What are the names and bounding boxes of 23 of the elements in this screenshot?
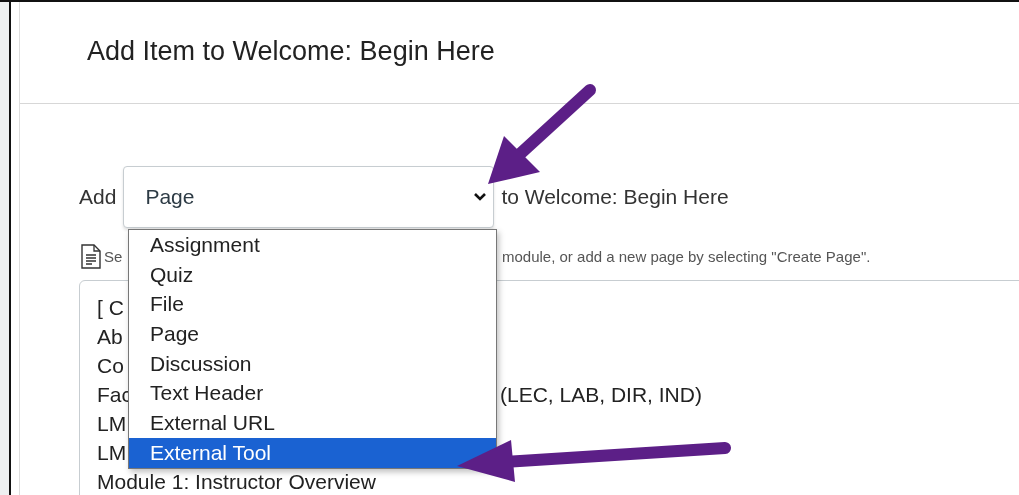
hint-text: module, or add a new page by selecting "Create Page".	[502, 247, 871, 265]
dropdown-option[interactable]: Text Header	[129, 378, 496, 409]
dropdown-option[interactable]: External Tool	[129, 437, 496, 468]
dropdown-option[interactable]: Quiz	[129, 259, 496, 290]
dropdown-option[interactable]: Assignment	[129, 230, 496, 260]
dropdown-option[interactable]: External URL	[129, 408, 496, 438]
dropdown-option[interactable]: Page	[129, 319, 496, 349]
item-type-select[interactable]: Page	[123, 166, 495, 228]
chevron-down-icon	[473, 192, 488, 202]
list-item[interactable]: Ab	[97, 326, 123, 347]
list-item[interactable]: Module 1: Instructor Overview	[97, 471, 376, 492]
list-item[interactable]: Co	[97, 355, 124, 376]
hint-text: Se	[104, 247, 124, 265]
list-item[interactable]: [ C	[97, 297, 124, 318]
dropdown-option[interactable]: Discussion	[129, 348, 496, 379]
list-item[interactable]: (LEC, LAB, DIR, IND)	[500, 384, 702, 405]
document-icon	[81, 243, 101, 269]
list-item[interactable]: LM	[97, 442, 127, 463]
dropdown-option[interactable]: File	[129, 289, 496, 320]
add-label: Add	[79, 185, 117, 209]
dialog-title: Add Item to Welcome: Begin Here	[87, 36, 496, 67]
target-module-label: to Welcome: Begin Here	[501, 185, 729, 209]
list-item[interactable]: LM	[97, 413, 127, 434]
